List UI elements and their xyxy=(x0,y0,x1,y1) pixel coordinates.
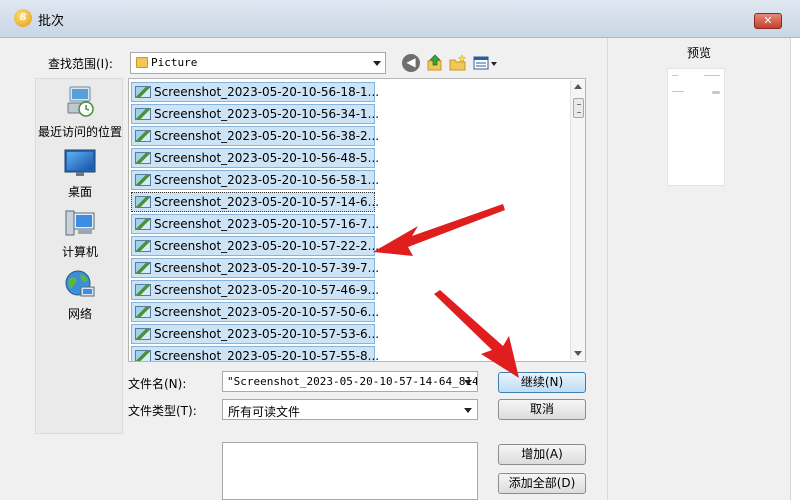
file-name: Screenshot_2023-05-20-10-56-18-1... xyxy=(154,85,380,99)
file-list-item[interactable]: Screenshot_2023-05-20-10-57-16-7... xyxy=(131,214,379,234)
preview-divider xyxy=(607,38,608,500)
add-button[interactable]: 增加(A) xyxy=(498,444,586,465)
image-file-icon xyxy=(135,174,151,186)
scroll-up-icon[interactable] xyxy=(574,84,582,89)
image-file-icon xyxy=(135,196,151,208)
image-file-icon xyxy=(135,240,151,252)
file-name: Screenshot_2023-05-20-10-56-34-1... xyxy=(154,107,380,121)
file-list-item[interactable]: Screenshot_2023-05-20-10-57-14-6... xyxy=(131,192,379,212)
computer-icon xyxy=(65,210,95,236)
preview-thumbnail xyxy=(667,68,725,186)
lookin-select[interactable]: Picture xyxy=(130,52,386,74)
file-name: Screenshot_2023-05-20-10-56-48-5... xyxy=(154,151,380,165)
filename-input[interactable]: "Screenshot_2023-05-20-10-57-14-64_8142 xyxy=(222,371,478,392)
places-bar: 最近访问的位置 桌面 计算机 网络 xyxy=(35,78,123,434)
image-file-icon xyxy=(135,152,151,164)
back-icon[interactable]: ◀ xyxy=(402,54,420,72)
file-list-scrollbar[interactable] xyxy=(570,80,585,360)
desktop-icon xyxy=(64,149,96,176)
filename-value: "Screenshot_2023-05-20-10-57-14-64_8142 xyxy=(227,375,478,388)
image-file-icon xyxy=(135,350,151,361)
image-file-icon xyxy=(135,284,151,296)
chevron-down-icon[interactable] xyxy=(464,380,472,385)
image-file-icon xyxy=(135,262,151,274)
up-folder-icon[interactable] xyxy=(426,54,444,72)
file-list[interactable]: Screenshot_2023-05-20-10-56-18-1... Scree… xyxy=(128,78,586,362)
filetype-value: 所有可读文件 xyxy=(228,405,301,419)
file-list-item[interactable]: Screenshot_2023-05-20-10-56-34-1... xyxy=(131,104,379,124)
place-network[interactable]: 网络 xyxy=(36,269,124,322)
lookin-value: Picture xyxy=(151,56,198,69)
filetype-label: 文件类型(T): xyxy=(128,404,197,418)
network-globe-icon xyxy=(65,270,95,297)
file-name: Screenshot_2023-05-20-10-56-58-1... xyxy=(154,173,380,187)
recent-places-icon xyxy=(67,86,94,117)
file-name: Screenshot_2023-05-20-10-57-22-2... xyxy=(154,239,380,253)
filetype-select[interactable]: 所有可读文件 xyxy=(222,399,478,420)
title-bar[interactable]: ß 批次 ✕ xyxy=(0,0,800,38)
place-computer-label: 计算机 xyxy=(61,245,98,259)
image-file-icon xyxy=(135,130,151,142)
scroll-thumb[interactable] xyxy=(573,98,584,118)
image-file-icon xyxy=(135,306,151,318)
filename-label: 文件名(N): xyxy=(128,377,187,391)
file-list-item[interactable]: Screenshot_2023-05-20-10-57-39-7... xyxy=(131,258,379,278)
file-list-item[interactable]: Screenshot_2023-05-20-10-56-48-5... xyxy=(131,148,379,168)
file-name: Screenshot_2023-05-20-10-57-39-7... xyxy=(154,261,380,275)
file-list-item[interactable]: Screenshot_2023-05-20-10-56-38-2... xyxy=(131,126,379,146)
file-name: Screenshot_2023-05-20-10-57-16-7... xyxy=(154,217,380,231)
place-recent[interactable]: 最近访问的位置 xyxy=(36,85,124,140)
place-recent-label: 最近访问的位置 xyxy=(37,125,122,139)
file-name: Screenshot_2023-05-20-10-57-14-6... xyxy=(154,195,380,209)
image-file-icon xyxy=(135,86,151,98)
file-list-item[interactable]: Screenshot_2023-05-20-10-57-50-6... xyxy=(131,302,379,322)
place-desktop-label: 桌面 xyxy=(67,185,92,199)
batch-dialog: ß 批次 ✕ 查找范围(I): Picture ◀ 最近访问的位置 桌面 计算机… xyxy=(0,0,800,500)
chevron-down-icon xyxy=(373,61,381,66)
file-name: Screenshot_2023-05-20-10-57-55-8... xyxy=(154,349,380,362)
file-name: Screenshot_2023-05-20-10-57-46-9... xyxy=(154,283,380,297)
cancel-button[interactable]: 取消 xyxy=(498,399,586,420)
file-list-item[interactable]: Screenshot_2023-05-20-10-56-18-1... xyxy=(131,82,379,102)
image-file-icon xyxy=(135,218,151,230)
place-computer[interactable]: 计算机 xyxy=(36,209,124,260)
image-file-icon xyxy=(135,108,151,120)
place-network-label: 网络 xyxy=(67,307,92,321)
new-folder-icon[interactable] xyxy=(449,54,467,72)
continue-button[interactable]: 继续(N) xyxy=(498,372,586,393)
file-list-item[interactable]: Screenshot_2023-05-20-10-57-53-6... xyxy=(131,324,379,344)
file-name: Screenshot_2023-05-20-10-56-38-2... xyxy=(154,129,380,143)
add-all-button[interactable]: 添加全部(D) xyxy=(498,473,586,494)
scroll-down-icon[interactable] xyxy=(574,351,582,356)
file-list-item[interactable]: Screenshot_2023-05-20-10-56-58-1... xyxy=(131,170,379,190)
app-logo-icon: ß xyxy=(14,9,32,27)
lookin-label: 查找范围(I): xyxy=(48,57,113,71)
chevron-down-icon xyxy=(464,408,472,413)
file-name: Screenshot_2023-05-20-10-57-53-6... xyxy=(154,327,380,341)
batch-file-list[interactable] xyxy=(222,442,478,500)
close-button[interactable]: ✕ xyxy=(754,13,782,29)
window-edge xyxy=(790,38,800,500)
file-list-item[interactable]: Screenshot_2023-05-20-10-57-46-9... xyxy=(131,280,379,300)
folder-icon xyxy=(136,57,148,68)
image-file-icon xyxy=(135,328,151,340)
file-list-item[interactable]: Screenshot_2023-05-20-10-57-55-8... xyxy=(131,346,379,361)
preview-label: 预览 xyxy=(687,46,712,60)
view-menu-icon[interactable] xyxy=(473,54,499,72)
file-name: Screenshot_2023-05-20-10-57-50-6... xyxy=(154,305,380,319)
window-title: 批次 xyxy=(38,14,65,29)
place-desktop[interactable]: 桌面 xyxy=(36,149,124,200)
file-list-item[interactable]: Screenshot_2023-05-20-10-57-22-2... xyxy=(131,236,379,256)
